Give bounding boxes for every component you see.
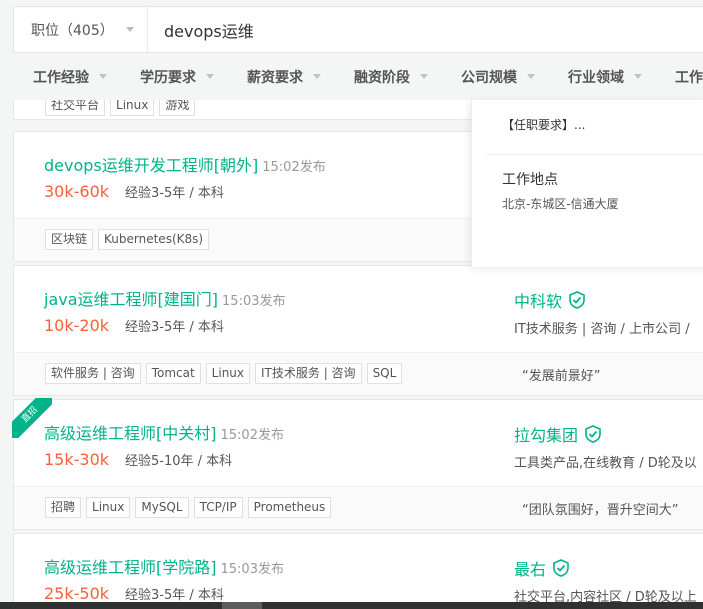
salary: 30k-60k: [44, 182, 110, 201]
verified-shield-icon: [585, 425, 601, 443]
location-title: 工作地点: [502, 172, 558, 188]
company-name-link[interactable]: 最右: [514, 556, 546, 580]
chevron-down-icon: [313, 74, 321, 79]
filter-label: 学历要求: [140, 69, 196, 86]
tag-list: 区块链 Kubernetes(K8s): [45, 229, 214, 250]
filter-label: 工作: [675, 69, 703, 86]
tag: Prometheus: [247, 497, 332, 518]
horizontal-scrollbar[interactable]: [0, 602, 703, 609]
tag: Tomcat: [145, 363, 201, 384]
company-welfare: “团队氛围好，晋升空间大”: [522, 503, 679, 518]
job-title-link[interactable]: devops运维开发工程师[朝外]: [44, 152, 258, 176]
publish-time: 15:02发布: [262, 160, 326, 175]
location-value: 北京-东城区-信通大厦: [502, 197, 619, 211]
company-industry: 工具类产品,在线教育 / D轮及以: [514, 456, 697, 471]
chevron-down-icon: [420, 74, 428, 79]
filter-label: 薪资要求: [247, 69, 303, 86]
tag: Linux: [110, 100, 155, 116]
tag: SQL: [366, 363, 403, 384]
filter-label: 工作经验: [33, 69, 89, 86]
verified-shield-icon: [569, 291, 585, 309]
filter-label: 融资阶段: [354, 69, 410, 86]
chevron-down-icon: [527, 74, 535, 79]
tag: Linux: [205, 363, 251, 384]
job-title-link[interactable]: 高级运维工程师[中关村]: [44, 420, 217, 444]
tag-list: 软件服务 | 咨询 Tomcat Linux IT技术服务 | 咨询 SQL: [45, 363, 407, 384]
job-requirement: 经验3-5年 / 本科: [125, 320, 224, 335]
publish-time: 15:03发布: [222, 294, 286, 309]
filter-funding[interactable]: 融资阶段: [354, 67, 428, 87]
job-requirement: 经验5-10年 / 本科: [125, 454, 233, 469]
chevron-down-icon: [99, 74, 107, 79]
job-requirement: 经验3-5年 / 本科: [125, 588, 224, 603]
job-card[interactable]: 高级运维工程师[学院路] 15:03发布 25k-50k 经验3-5年 / 本科…: [13, 533, 703, 604]
chevron-down-icon: [125, 27, 134, 32]
company-welfare: “发展前景好”: [522, 369, 601, 384]
filter-industry[interactable]: 行业领域: [568, 67, 642, 87]
chevron-down-icon: [634, 74, 642, 79]
publish-time: 15:03发布: [220, 562, 284, 577]
tag: 游戏: [159, 100, 196, 116]
tag: 软件服务 | 咨询: [45, 363, 141, 384]
job-title-link[interactable]: 高级运维工程师[学院路]: [44, 554, 217, 578]
filter-salary[interactable]: 薪资要求: [247, 67, 321, 87]
filter-label: 公司规模: [461, 69, 517, 86]
salary: 10k-20k: [44, 316, 110, 335]
search-input[interactable]: [148, 7, 703, 52]
search-bar: 职位（405）: [13, 6, 703, 53]
tag: 区块链: [45, 229, 94, 250]
company-industry: IT技术服务 | 咨询 / 上市公司 /: [514, 322, 690, 337]
company-name-link[interactable]: 中科软: [514, 288, 562, 312]
divider: [486, 154, 703, 155]
tag: 社交平台: [45, 100, 106, 116]
job-requirement: 经验3-5年 / 本科: [125, 186, 224, 201]
company-name-link[interactable]: 拉勾集团: [514, 422, 578, 446]
job-title-link[interactable]: java运维工程师[建国门]: [44, 286, 218, 310]
filter-work[interactable]: 工作: [675, 67, 703, 87]
job-detail-popup: 【任职要求】... 工作地点 北京-东城区-信通大厦: [471, 100, 703, 267]
filter-experience[interactable]: 工作经验: [33, 67, 107, 87]
job-card[interactable]: 直招 高级运维工程师[中关村] 15:02发布 15k-30k 经验5-10年 …: [12, 398, 703, 530]
tag-list: 招聘 Linux MySQL TCP/IP Prometheus: [45, 497, 336, 518]
tag-list: 社交平台 Linux 游戏: [45, 100, 200, 116]
tag: TCP/IP: [193, 497, 243, 518]
job-card[interactable]: java运维工程师[建国门] 15:03发布 10k-20k 经验3-5年 / …: [13, 265, 703, 396]
filter-company-size[interactable]: 公司规模: [461, 67, 535, 87]
verified-shield-icon: [553, 559, 569, 577]
tag: 招聘: [45, 497, 82, 518]
tag: Linux: [86, 497, 131, 518]
filter-label: 行业领域: [568, 69, 624, 86]
filter-education[interactable]: 学历要求: [140, 67, 214, 87]
job-description: 【任职要求】...: [502, 118, 586, 132]
search-type-dropdown[interactable]: 职位（405）: [14, 7, 148, 52]
tag: IT技术服务 | 咨询: [255, 363, 362, 384]
chevron-down-icon: [206, 74, 214, 79]
search-type-label: 职位（405）: [31, 22, 114, 39]
salary: 25k-50k: [44, 584, 110, 603]
scrollbar-thumb[interactable]: [222, 602, 262, 609]
tag: Kubernetes(K8s): [98, 229, 210, 250]
tag: MySQL: [135, 497, 189, 518]
publish-time: 15:02发布: [220, 428, 284, 443]
salary: 15k-30k: [44, 450, 110, 469]
filter-bar: 工作经验 学历要求 薪资要求 融资阶段 公司规模 行业领域 工作: [0, 53, 703, 100]
